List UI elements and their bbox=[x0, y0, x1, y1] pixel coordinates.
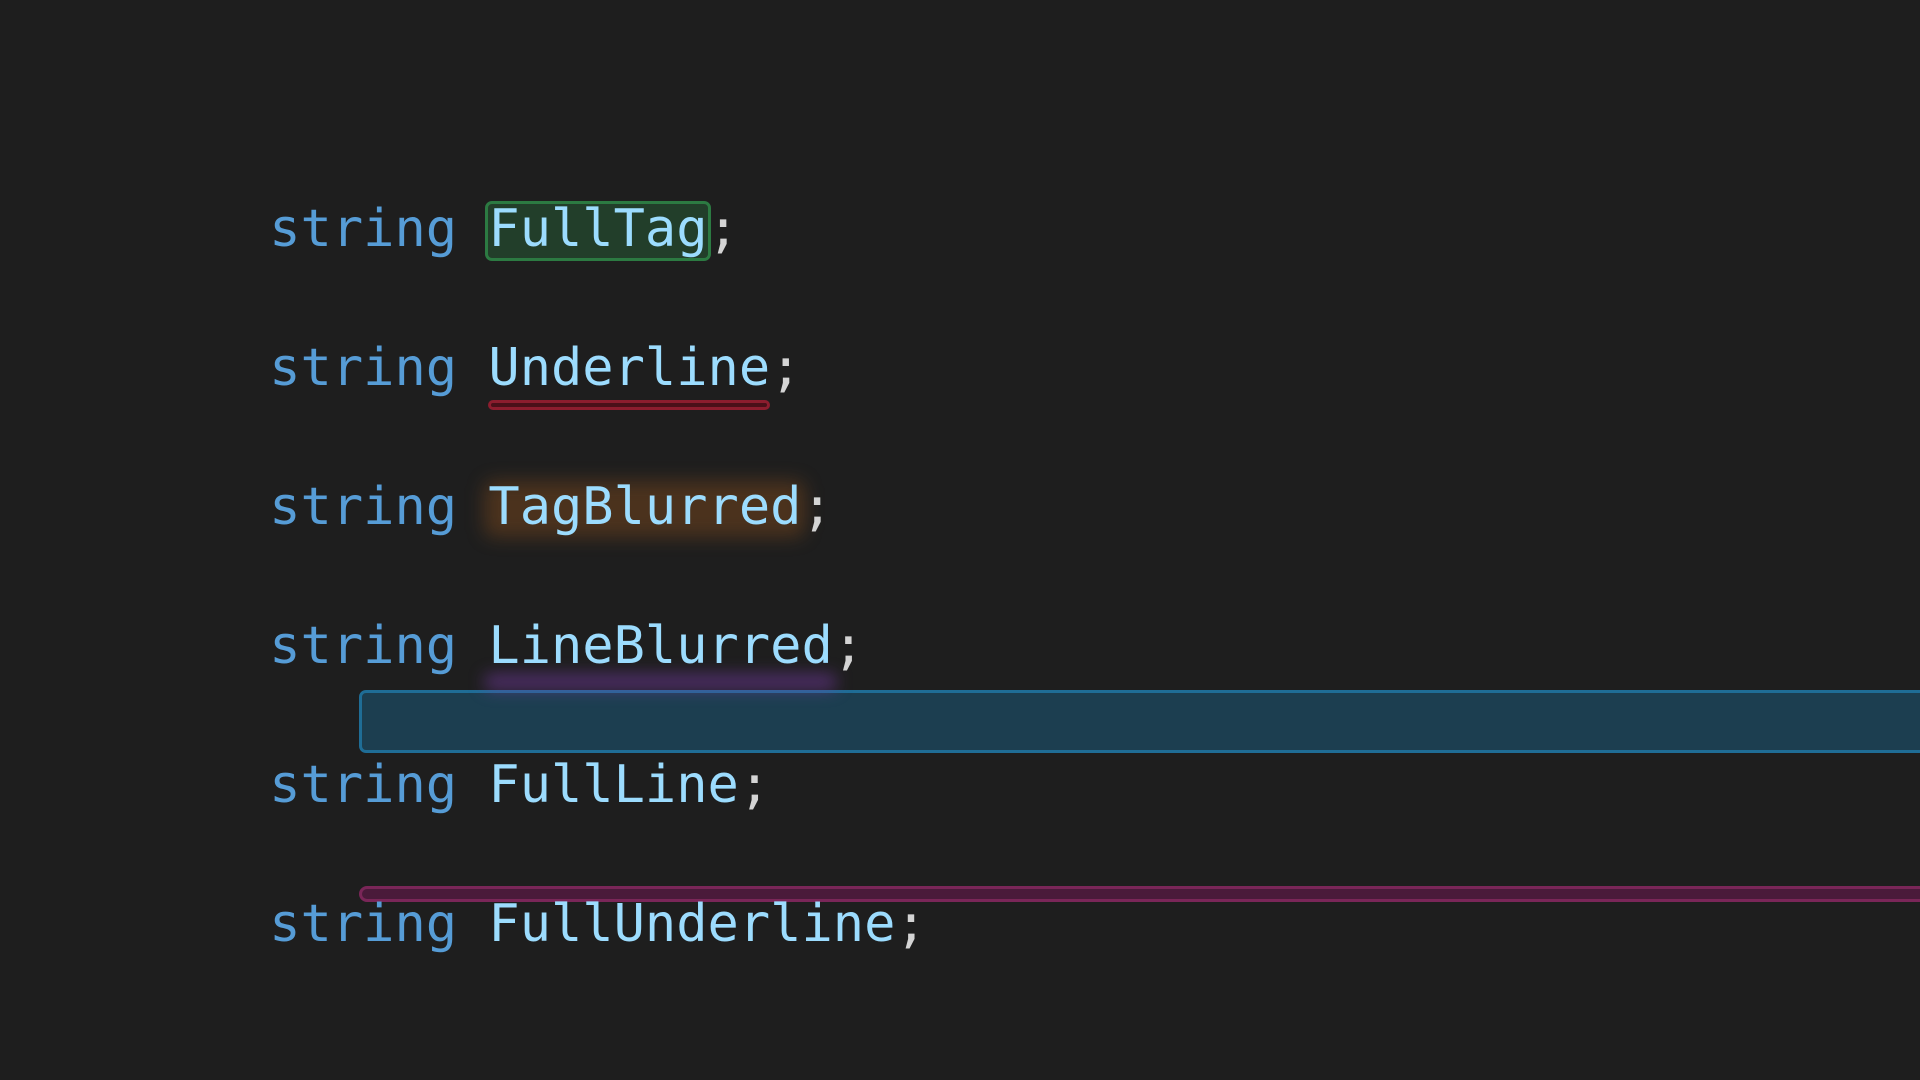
keyword: string bbox=[269, 338, 458, 398]
identifier-tagblurred[interactable]: TagBlurred bbox=[484, 477, 806, 537]
code-editor[interactable]: string FullTag; string Underline; string… bbox=[0, 0, 1920, 1080]
keyword: string bbox=[269, 199, 458, 259]
line-blurred-highlight bbox=[484, 674, 837, 690]
code-line-tagblurred[interactable]: string TagBlurred; bbox=[144, 411, 833, 537]
code-line-fulltag[interactable]: string FullTag; bbox=[144, 133, 739, 261]
semicolon: ; bbox=[738, 755, 771, 815]
code-line-lineblurred[interactable]: string LineBlurred; bbox=[144, 550, 864, 690]
semicolon: ; bbox=[801, 477, 833, 537]
identifier-fullunderline[interactable]: FullUnderline bbox=[488, 894, 895, 954]
semicolon: ; bbox=[895, 894, 927, 954]
code-line-fullline[interactable]: string FullLine; bbox=[144, 689, 770, 815]
semicolon: ; bbox=[832, 616, 865, 676]
code-line-fullunderline[interactable]: string FullUnderline; bbox=[144, 828, 926, 954]
keyword: string bbox=[269, 894, 458, 954]
semicolon: ; bbox=[707, 199, 739, 259]
semicolon: ; bbox=[770, 338, 802, 398]
identifier-underline[interactable]: Underline bbox=[488, 338, 771, 410]
identifier-fulltag[interactable]: FullTag bbox=[485, 199, 711, 261]
identifier-lineblurred[interactable]: LineBlurred bbox=[484, 616, 837, 690]
keyword: string bbox=[269, 616, 458, 676]
keyword: string bbox=[269, 477, 458, 537]
code-line-underline[interactable]: string Underline; bbox=[144, 272, 801, 410]
keyword: string bbox=[269, 755, 458, 815]
identifier-fullline[interactable]: FullLine bbox=[488, 755, 738, 815]
underline-highlight bbox=[488, 400, 771, 410]
